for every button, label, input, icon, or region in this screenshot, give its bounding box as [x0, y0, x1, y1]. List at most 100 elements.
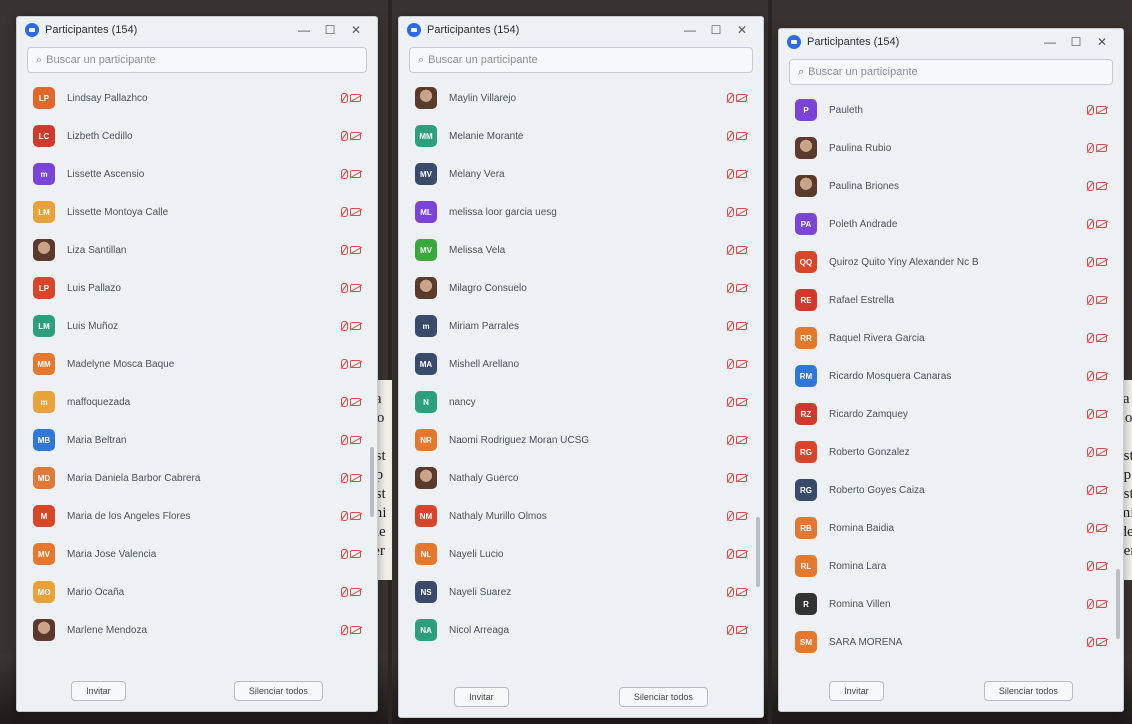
scrollbar[interactable]: [1116, 569, 1120, 639]
participant-row[interactable]: NM Nathaly Murillo Olmos: [409, 497, 753, 535]
mute-all-button[interactable]: Silenciar todos: [983, 681, 1073, 701]
mute-all-button[interactable]: Silenciar todos: [618, 687, 708, 707]
search-input[interactable]: ⌕ Buscar un participante: [789, 59, 1113, 85]
participant-row[interactable]: Maylin Villarejo: [409, 79, 753, 117]
video-off-icon: [1096, 220, 1107, 228]
status-icons: [327, 472, 361, 484]
participant-row[interactable]: MM Melanie Morante: [409, 117, 753, 155]
close-button[interactable]: ✕: [729, 23, 755, 37]
maximize-button[interactable]: ☐: [1063, 35, 1089, 49]
status-icons: [713, 396, 747, 408]
close-button[interactable]: ✕: [343, 23, 369, 37]
video-off-icon: [1096, 486, 1107, 494]
participant-row[interactable]: RG Roberto Gonzalez: [789, 433, 1113, 471]
participant-row[interactable]: MB Maria Beltran: [27, 421, 367, 459]
participant-row[interactable]: LP Lindsay Pallazhco: [27, 79, 367, 117]
avatar: NL: [415, 543, 437, 565]
participant-row[interactable]: NA Nicol Arreaga: [409, 611, 753, 649]
zoom-app-icon: [787, 35, 801, 49]
video-off-icon: [350, 436, 361, 444]
maximize-button[interactable]: ☐: [703, 23, 729, 37]
avatar: QQ: [795, 251, 817, 273]
video-off-icon: [1096, 372, 1107, 380]
participant-row[interactable]: MV Melissa Vela: [409, 231, 753, 269]
participant-row[interactable]: M Maria de los Angeles Flores: [27, 497, 367, 535]
status-icons: [1073, 256, 1107, 268]
mic-muted-icon: [1086, 636, 1094, 648]
participant-row[interactable]: QQ Quiroz Quito Yiny Alexander Nc B: [789, 243, 1113, 281]
video-off-icon: [736, 132, 747, 140]
mic-muted-icon: [726, 168, 734, 180]
participant-row[interactable]: RM Ricardo Mosquera Canaras: [789, 357, 1113, 395]
participant-row[interactable]: ML melissa loor garcia uesg: [409, 193, 753, 231]
participant-row[interactable]: P Pauleth: [789, 91, 1113, 129]
avatar: [415, 467, 437, 489]
participant-row[interactable]: SM SARA MORENA: [789, 623, 1113, 661]
search-placeholder: Buscar un participante: [46, 54, 156, 66]
participant-row[interactable]: RG Roberto Goyes Caiza: [789, 471, 1113, 509]
minimize-button[interactable]: —: [677, 23, 703, 37]
participant-name: Ricardo Mosquera Canaras: [829, 370, 952, 382]
participant-row[interactable]: LM Lissette Montoya Calle: [27, 193, 367, 231]
avatar: LM: [33, 315, 55, 337]
scrollbar[interactable]: [756, 517, 760, 587]
avatar: N: [415, 391, 437, 413]
search-input[interactable]: ⌕ Buscar un participante: [409, 47, 753, 73]
video-off-icon: [350, 474, 361, 482]
participant-row[interactable]: m Lissette Ascensio: [27, 155, 367, 193]
maximize-button[interactable]: ☐: [317, 23, 343, 37]
participant-name: Melanie Morante: [449, 130, 524, 142]
video-off-icon: [736, 474, 747, 482]
participant-row[interactable]: MD Maria Daniela Barbor Cabrera: [27, 459, 367, 497]
mic-muted-icon: [726, 624, 734, 636]
invite-button[interactable]: Invitar: [829, 681, 884, 701]
participant-row[interactable]: Nnancy: [409, 383, 753, 421]
participant-row[interactable]: Paulina Briones: [789, 167, 1113, 205]
video-off-icon: [736, 94, 747, 102]
participant-row[interactable]: NR Naomi Rodriguez Moran UCSG: [409, 421, 753, 459]
participant-row[interactable]: RZ Ricardo Zamquey: [789, 395, 1113, 433]
avatar: MV: [415, 163, 437, 185]
participant-row[interactable]: MV Maria Jose Valencia: [27, 535, 367, 573]
participant-row[interactable]: Milagro Consuelo: [409, 269, 753, 307]
participant-row[interactable]: RL Romina Lara: [789, 547, 1113, 585]
participant-row[interactable]: m Miriam Parrales: [409, 307, 753, 345]
video-off-icon: [736, 360, 747, 368]
invite-button[interactable]: Invitar: [454, 687, 509, 707]
status-icons: [1073, 446, 1107, 458]
participant-row[interactable]: LM Luis Muñoz: [27, 307, 367, 345]
minimize-button[interactable]: —: [291, 23, 317, 37]
mic-muted-icon: [340, 130, 348, 142]
participant-row[interactable]: m maffoquezada: [27, 383, 367, 421]
participant-row[interactable]: MM Madelyne Mosca Baque: [27, 345, 367, 383]
participant-row[interactable]: LP Luis Pallazo: [27, 269, 367, 307]
participant-row[interactable]: RE Rafael Estrella: [789, 281, 1113, 319]
participant-row[interactable]: NL Nayeli Lucio: [409, 535, 753, 573]
mute-all-button[interactable]: Silenciar todos: [233, 681, 323, 701]
participant-name: maffoquezada: [67, 396, 131, 408]
participant-row[interactable]: LC Lizbeth Cedillo: [27, 117, 367, 155]
mic-muted-icon: [340, 396, 348, 408]
scrollbar[interactable]: [370, 447, 374, 517]
participant-row[interactable]: Nathaly Guerco: [409, 459, 753, 497]
participant-name: Nathaly Murillo Olmos: [449, 510, 547, 522]
participant-name: Roberto Goyes Caiza: [829, 484, 925, 496]
participant-row[interactable]: Marlene Mendoza: [27, 611, 367, 649]
invite-button[interactable]: Invitar: [71, 681, 126, 701]
minimize-button[interactable]: —: [1037, 35, 1063, 49]
participant-row[interactable]: PA Poleth Andrade: [789, 205, 1113, 243]
participant-row[interactable]: RR Raquel Rivera Garcia: [789, 319, 1113, 357]
participant-row[interactable]: MO Mario Ocaña: [27, 573, 367, 611]
close-button[interactable]: ✕: [1089, 35, 1115, 49]
participant-name: Paulina Briones: [829, 180, 900, 192]
participant-row[interactable]: R Romina Villen: [789, 585, 1113, 623]
participant-row[interactable]: MA Mishell Arellano: [409, 345, 753, 383]
search-input[interactable]: ⌕ Buscar un participante: [27, 47, 367, 73]
status-icons: [1073, 484, 1107, 496]
participant-row[interactable]: Paulina Rubio: [789, 129, 1113, 167]
avatar: RL: [795, 555, 817, 577]
participant-row[interactable]: Liza Santillan: [27, 231, 367, 269]
participant-row[interactable]: RB Romina Baidia: [789, 509, 1113, 547]
participant-row[interactable]: MV Melany Vera: [409, 155, 753, 193]
participant-row[interactable]: NS Nayeli Suarez: [409, 573, 753, 611]
